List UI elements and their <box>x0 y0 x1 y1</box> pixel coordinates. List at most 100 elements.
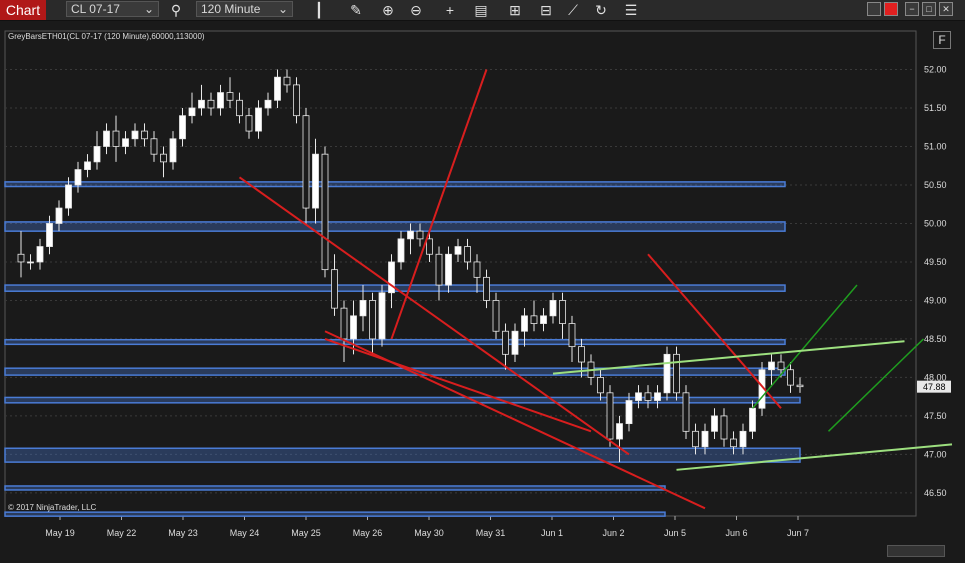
support-resistance-zone <box>4 511 666 517</box>
properties-icon[interactable]: ☰ <box>622 0 640 20</box>
current-price-label: 47.88 <box>923 382 946 392</box>
pencil-icon[interactable]: ✎ <box>347 0 365 20</box>
candle-body <box>226 92 234 101</box>
refresh-icon[interactable]: ↻ <box>592 0 610 20</box>
horizontal-scrollbar[interactable] <box>887 545 945 557</box>
candle-body <box>302 115 310 209</box>
candle-body <box>179 115 186 140</box>
candle-body <box>74 169 82 186</box>
candle-body <box>150 138 158 155</box>
support-resistance-zone <box>4 485 666 491</box>
candle-body <box>530 315 538 324</box>
candle-body <box>350 315 357 340</box>
candle-body <box>245 115 253 132</box>
price-tick-label: 52.00 <box>924 64 947 74</box>
candle-body <box>141 130 148 140</box>
price-tick-label: 48.50 <box>924 334 947 344</box>
candle-body <box>768 361 775 371</box>
chevron-down-icon: ⌄ <box>277 2 288 16</box>
support-resistance-zone <box>4 338 786 346</box>
candle-body <box>435 253 443 286</box>
strategies-icon[interactable]: ⊟ <box>537 0 555 20</box>
date-tick-label: May 19 <box>45 528 75 538</box>
support-resistance-zone <box>4 221 786 232</box>
price-tick-label: 50.50 <box>924 180 947 190</box>
date-tick-label: Jun 7 <box>787 528 809 538</box>
candle-body <box>635 392 642 401</box>
plot-area <box>4 30 917 517</box>
candle-body <box>160 153 167 163</box>
candle-body <box>540 315 547 324</box>
copyright-label: © 2017 NinjaTrader, LLC <box>8 503 97 512</box>
chevron-down-icon: ⌄ <box>143 2 154 16</box>
candle-body <box>464 246 471 263</box>
candle-body <box>796 384 804 388</box>
candle-body <box>682 392 690 432</box>
date-tick-label: May 30 <box>414 528 444 538</box>
candle-body <box>55 207 63 224</box>
candle-body <box>701 430 709 448</box>
candle-body <box>27 261 34 264</box>
close-button[interactable]: ✕ <box>939 2 953 16</box>
candle-body <box>730 438 737 448</box>
zoom-out-icon[interactable]: ⊖ <box>407 0 425 20</box>
date-tick-label: May 24 <box>230 528 260 538</box>
date-tick-label: May 25 <box>291 528 321 538</box>
crosshair-icon[interactable]: + <box>441 0 459 20</box>
search-icon[interactable]: ⚲ <box>167 0 185 20</box>
instrument-selector[interactable]: CL 07-17 ⌄ <box>66 1 159 17</box>
candle-body <box>46 223 53 247</box>
price-tick-label: 47.50 <box>924 411 947 421</box>
candle-body <box>293 84 300 117</box>
price-tick-label: 50.00 <box>924 218 947 228</box>
candle-body <box>407 230 414 240</box>
link-button[interactable] <box>867 2 881 16</box>
candle-body <box>217 92 224 109</box>
candle-body <box>483 276 490 301</box>
price-tick-label: 49.50 <box>924 257 947 267</box>
candle-body <box>122 138 129 147</box>
chart-canvas: 52.00 51.50 51.00 50.50 50.00 49.50 49.00 48.50… <box>4 30 953 538</box>
candle-body <box>397 238 405 263</box>
candle-body <box>616 423 623 440</box>
scale-button[interactable]: F <box>933 31 951 49</box>
support-resistance-zone <box>4 447 801 463</box>
maximize-button[interactable]: □ <box>922 2 936 16</box>
chart-label[interactable]: Chart <box>0 0 46 20</box>
price-chart[interactable]: 52.00 51.50 51.00 50.50 50.00 49.50 49.00 48.50… <box>0 21 965 563</box>
minimize-button[interactable]: − <box>905 2 919 16</box>
data-box-icon[interactable]: ▤ <box>472 0 490 20</box>
support-resistance-zone <box>4 396 801 404</box>
zoom-in-icon[interactable]: ⊕ <box>379 0 397 20</box>
candle-body <box>654 392 661 401</box>
interval-selector[interactable]: 120 Minute ⌄ <box>196 1 293 17</box>
candle-body <box>369 300 376 340</box>
candle-body <box>597 377 604 394</box>
candle-body <box>103 130 110 147</box>
candle-body <box>426 238 433 255</box>
candle-body <box>445 253 452 286</box>
candle-body <box>169 138 177 163</box>
candle-body <box>188 107 196 117</box>
color-link-button[interactable] <box>884 2 898 16</box>
price-tick-label: 47.00 <box>924 449 947 459</box>
candle-body <box>207 99 215 109</box>
candle-body <box>749 407 756 432</box>
candle-body <box>692 430 699 448</box>
candle-body <box>84 161 91 170</box>
date-tick-label: May 23 <box>168 528 198 538</box>
candle-body <box>473 261 481 278</box>
candle-body <box>454 246 462 255</box>
candle-body <box>378 292 386 340</box>
candle-body <box>331 269 338 309</box>
drawing-tools-icon[interactable]: ⟋ <box>564 0 582 20</box>
date-tick-label: Jun 1 <box>541 528 563 538</box>
date-tick-label: Jun 5 <box>664 528 686 538</box>
candle-body <box>131 130 139 140</box>
indicators-icon[interactable]: ⊞ <box>506 0 524 20</box>
instrument-label: CL 07-17 <box>71 2 120 16</box>
candle-body <box>112 130 120 147</box>
bars-icon[interactable]: ┃ <box>310 0 328 20</box>
price-tick-label: 51.00 <box>924 141 947 151</box>
price-tick-label: 49.00 <box>924 295 947 305</box>
